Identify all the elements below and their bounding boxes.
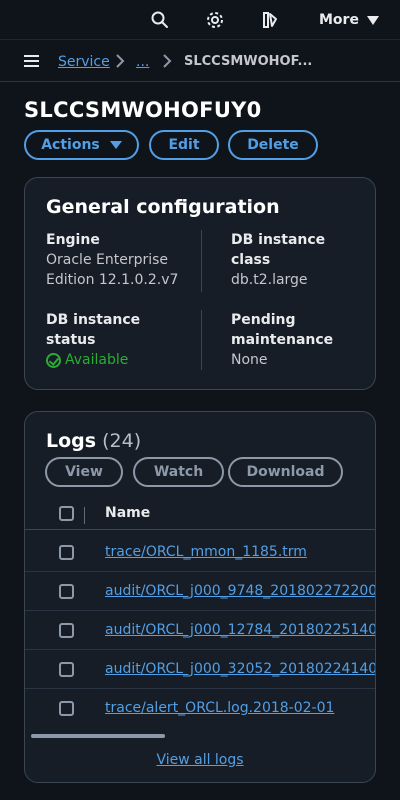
table-row: audit/ORCL_j000_32052_20180224140833 xyxy=(25,650,375,689)
log-file-link[interactable]: trace/ORCL_mmon_1185.trm xyxy=(105,542,307,562)
notifications-icon[interactable] xyxy=(261,10,281,30)
table-row: audit/ORCL_j000_12784_20180225140934 xyxy=(25,611,375,650)
logs-card: Logs (24) View Watch Download Name trace… xyxy=(24,411,376,783)
column-divider xyxy=(201,310,202,370)
gear-icon[interactable] xyxy=(205,10,225,30)
edit-label: Edit xyxy=(168,137,200,153)
table-row: trace/alert_ORCL.log.2018-02-01 xyxy=(25,689,375,728)
instance-class-value: db.t2.large xyxy=(231,272,308,288)
caret-down-icon xyxy=(109,141,122,149)
instance-class-key-line1: DB instance xyxy=(231,232,326,248)
log-file-link[interactable]: audit/ORCL_j000_32052_20180224140833 xyxy=(105,659,375,679)
hamburger-menu-icon[interactable] xyxy=(24,55,39,67)
view-button[interactable]: View xyxy=(45,457,123,487)
logs-title-text: Logs xyxy=(46,430,97,452)
engine-value-line1: Oracle Enterprise xyxy=(46,252,169,268)
top-navigation: More xyxy=(0,0,400,40)
pending-maintenance-value: None xyxy=(231,352,268,368)
watch-button[interactable]: Watch xyxy=(133,457,224,487)
view-label: View xyxy=(65,464,103,480)
table-row: trace/ORCL_mmon_1185.trm xyxy=(25,533,375,572)
engine-value-line2: Edition 12.1.0.2.v7 xyxy=(46,272,179,288)
search-icon[interactable] xyxy=(150,10,170,30)
download-label: Download xyxy=(246,464,325,480)
select-all-checkbox[interactable] xyxy=(59,506,74,521)
row-checkbox[interactable] xyxy=(59,584,74,599)
delete-label: Delete xyxy=(247,137,299,153)
column-header-name: Name xyxy=(105,505,151,521)
row-checkbox[interactable] xyxy=(59,662,74,677)
row-checkbox[interactable] xyxy=(59,545,74,560)
watch-label: Watch xyxy=(153,464,204,480)
column-divider xyxy=(201,230,202,292)
view-all-logs-link[interactable]: View all logs xyxy=(156,752,243,768)
download-button[interactable]: Download xyxy=(228,457,343,487)
log-file-link[interactable]: audit/ORCL_j000_12784_20180225140934 xyxy=(105,620,375,640)
log-file-link[interactable]: trace/alert_ORCL.log.2018-02-01 xyxy=(105,698,334,718)
row-checkbox[interactable] xyxy=(59,701,74,716)
general-configuration-card: General configuration Engine Oracle Ente… xyxy=(24,177,376,390)
header-divider xyxy=(84,507,85,524)
more-menu-button[interactable]: More xyxy=(319,10,379,30)
delete-button[interactable]: Delete xyxy=(228,130,318,160)
pending-maintenance-key-line2: maintenance xyxy=(231,332,334,348)
instance-status-key-line1: DB instance xyxy=(46,312,141,328)
instance-class-key-line2: class xyxy=(231,252,271,268)
breadcrumb-service-link[interactable]: Service xyxy=(58,52,110,72)
edit-button[interactable]: Edit xyxy=(149,130,219,160)
check-circle-icon xyxy=(46,352,61,368)
general-configuration-title: General configuration xyxy=(46,196,280,218)
logs-title: Logs (24) xyxy=(46,428,141,454)
chevron-right-icon xyxy=(163,54,172,68)
more-menu-label: More xyxy=(319,12,359,28)
actions-label: Actions xyxy=(41,137,100,153)
status-badge: Available xyxy=(46,350,128,370)
instance-status-key-line2: status xyxy=(46,332,96,348)
breadcrumb: Service ... SLCCSMWOHOF... xyxy=(0,41,400,82)
row-checkbox[interactable] xyxy=(59,623,74,638)
page-title: SLCCSMWOHOFUY0 xyxy=(24,98,262,122)
chevron-right-icon xyxy=(116,54,125,68)
view-all-logs-container: View all logs xyxy=(25,750,375,770)
logs-count: (24) xyxy=(102,430,142,452)
actions-dropdown-button[interactable]: Actions xyxy=(24,130,139,160)
log-file-link[interactable]: audit/ORCL_j000_9748_20180227220036 xyxy=(105,581,375,601)
table-header: Name xyxy=(25,498,375,530)
table-row: audit/ORCL_j000_9748_20180227220036 xyxy=(25,572,375,611)
horizontal-scrollbar[interactable] xyxy=(31,734,165,738)
breadcrumb-ellipsis-link[interactable]: ... xyxy=(136,52,149,72)
caret-down-icon xyxy=(366,15,379,25)
status-value: Available xyxy=(65,352,129,368)
breadcrumb-current: SLCCSMWOHOF... xyxy=(184,54,313,69)
engine-key: Engine xyxy=(46,232,100,248)
pending-maintenance-key-line1: Pending xyxy=(231,312,296,328)
